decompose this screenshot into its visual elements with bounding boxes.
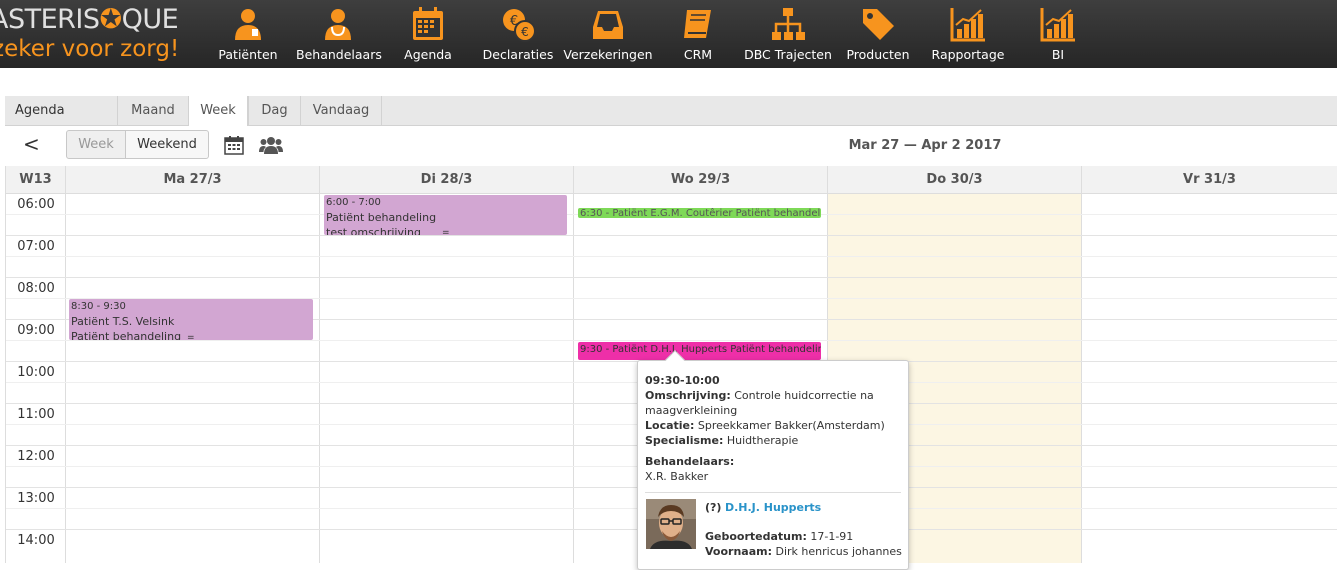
specialism-value: Huidtherapie <box>723 434 799 447</box>
time-label: 14:00 <box>17 533 55 548</box>
resize-handle[interactable]: = <box>442 228 450 235</box>
time-label: 13:00 <box>17 491 55 506</box>
time-label: 08:00 <box>17 281 55 296</box>
tag-icon <box>863 9 894 40</box>
divider <box>645 492 901 493</box>
appointment-event[interactable]: 9:30 - Patiënt D.H.J. Hupperts Patiënt b… <box>578 342 821 360</box>
tab-agenda: Agenda <box>15 103 65 118</box>
appointment-event[interactable]: 6:00 - 7:00 Patiënt behandeling test oms… <box>324 195 567 235</box>
top-navigation-bar: ASTERIS✪QUE zeker voor zorg! Patiënten B… <box>0 0 1337 68</box>
calendar-icon <box>413 7 443 40</box>
bar-chart-icon <box>950 8 985 42</box>
nav-patienten[interactable]: Patiënten <box>210 0 286 68</box>
nav-rapportage[interactable]: Rapportage <box>930 0 1006 68</box>
users-icon[interactable] <box>259 135 283 155</box>
description-value: maagverkleining <box>645 404 738 417</box>
firstname-value: Dirk henricus johannes <box>772 545 902 558</box>
half-hour-line <box>6 340 1337 341</box>
hour-line <box>6 277 1337 278</box>
logo-tagline: zeker voor zorg! <box>0 36 180 62</box>
date-range-title: Mar 27 — Apr 2 2017 <box>848 138 1002 153</box>
patient-link[interactable]: D.H.J. Hupperts <box>725 501 821 514</box>
patient-icon <box>235 9 261 40</box>
appointment-event[interactable]: 8:30 - 9:30 Patiënt T.S. Velsink Patiënt… <box>69 299 313 340</box>
day-header[interactable]: Di 28/3 <box>320 166 574 194</box>
tab-maand[interactable]: Maand <box>117 96 188 126</box>
day-header[interactable]: Vr 31/3 <box>1082 166 1337 194</box>
appointment-time: 09:30-10:00 <box>645 374 720 387</box>
appointment-detail-popover: 09:30-10:00 Omschrijving: Controle huidc… <box>637 350 909 570</box>
patient-avatar <box>646 499 696 549</box>
birthdate-value: 17-1-91 <box>806 530 854 543</box>
view-tabs: Agenda Maand Week Dag Vandaag <box>5 96 1337 127</box>
day-header[interactable]: Wo 29/3 <box>574 166 828 194</box>
week-number-header: W13 <box>6 166 66 194</box>
bar-chart-icon <box>1040 8 1075 42</box>
euro-icon: €€ <box>503 9 536 42</box>
day-header[interactable]: Ma 27/3 <box>66 166 320 194</box>
nav-agenda[interactable]: Agenda <box>398 0 458 68</box>
description-value: Controle huidcorrectie na <box>730 389 874 402</box>
half-hour-line <box>6 256 1337 257</box>
week-button[interactable]: Week <box>66 130 126 159</box>
nav-declaraties[interactable]: € € Declaraties <box>480 0 556 68</box>
resize-handle[interactable]: = <box>187 333 195 340</box>
weekend-button[interactable]: Weekend <box>125 130 209 159</box>
tab-dag[interactable]: Dag <box>248 96 300 126</box>
book-icon <box>684 10 711 38</box>
nav-behandelaars[interactable]: Behandelaars <box>296 0 382 68</box>
svg-text:€: € <box>510 14 518 29</box>
practitioner-name: X.R. Bakker <box>645 470 709 483</box>
time-label: 10:00 <box>17 365 55 380</box>
time-label: 09:00 <box>17 323 55 338</box>
time-label: 07:00 <box>17 239 55 254</box>
nav-crm[interactable]: CRM <box>670 0 726 68</box>
day-header[interactable]: Do 30/3 <box>828 166 1082 194</box>
tab-vandaag[interactable]: Vandaag <box>300 96 382 126</box>
calendar-toolbar: < Week Weekend Mar 27 — Apr 2 2017 <box>5 126 1337 166</box>
nav-dbc-trajecten[interactable]: DBC Trajecten <box>744 0 832 68</box>
nav-producten[interactable]: Producten <box>843 0 913 68</box>
calendar-icon[interactable] <box>224 135 244 155</box>
org-chart-icon <box>772 8 805 40</box>
tab-week[interactable]: Week <box>188 96 248 127</box>
location-value: Spreekkamer Bakker(Amsterdam) <box>694 419 885 432</box>
time-label: 06:00 <box>17 197 55 212</box>
hour-line <box>6 235 1337 236</box>
time-label: 12:00 <box>17 449 55 464</box>
doctor-icon <box>325 9 351 40</box>
nav-verzekeringen[interactable]: Verzekeringen <box>563 0 653 68</box>
appointment-event[interactable]: 6:30 - Patiënt E.G.M. Coutêrier Patiënt … <box>578 208 821 218</box>
inbox-icon <box>593 11 623 39</box>
time-label: 11:00 <box>17 407 55 422</box>
logo-wordmark: ASTERIS✪QUE <box>0 4 179 35</box>
nav-bi[interactable]: BI <box>1028 0 1088 68</box>
svg-text:€: € <box>521 25 529 39</box>
prev-week-button[interactable]: < <box>23 132 40 156</box>
logo[interactable]: ASTERIS✪QUE zeker voor zorg! <box>0 0 200 68</box>
